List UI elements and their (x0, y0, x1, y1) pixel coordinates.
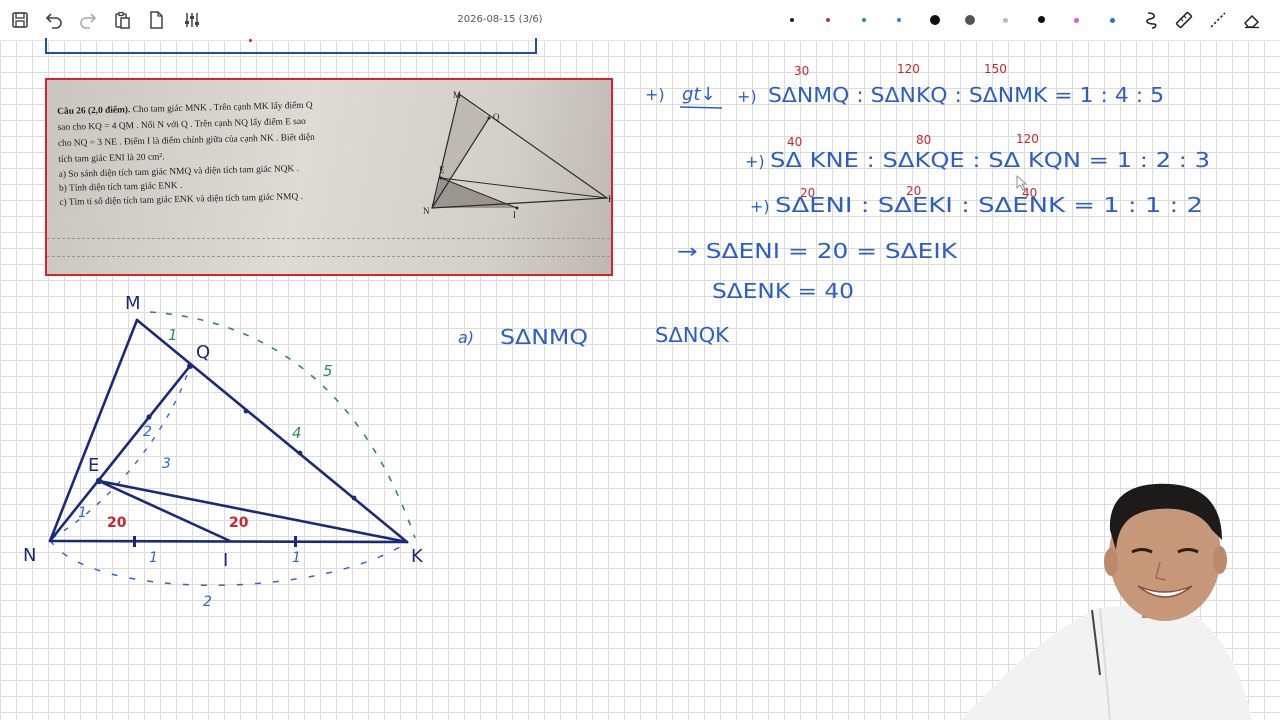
note1-arrow: +) (737, 87, 757, 106)
part-a-right: SΔNQK (655, 323, 730, 347)
webcam-overlay (960, 470, 1280, 720)
note5-text: SΔENK = 40 (712, 279, 854, 303)
mark-nq: 3 (162, 456, 171, 472)
arc-nk (49, 539, 409, 586)
note2-red-1: 40 (787, 135, 802, 149)
note1-red-1: 30 (794, 64, 809, 78)
cursor-icon (1016, 175, 1028, 191)
note3-red-1: 20 (800, 186, 815, 200)
label-n: N (23, 545, 36, 566)
note1-gt: gt↓ (682, 84, 716, 105)
area-eik: 20 (229, 515, 249, 531)
mark-ne: 1 (78, 505, 87, 521)
tick-marks (95, 363, 357, 547)
label-i: I (223, 550, 228, 571)
mark-nk: 2 (203, 594, 212, 610)
note1-red-3: 150 (984, 62, 1007, 76)
mark-ni: 1 (149, 550, 158, 566)
mark-qk: 4 (292, 424, 302, 442)
mark-eq: 2 (143, 424, 152, 440)
note4-text: → SΔENI = 20 = SΔEIK (677, 239, 958, 263)
label-e: E (88, 455, 99, 476)
note2-prefix: +) (745, 152, 765, 171)
note1-text: SΔNMQ : SΔNKQ : SΔNMK = 1 : 4 : 5 (768, 83, 1164, 107)
area-eni: 20 (107, 515, 127, 531)
part-a-label: a) (458, 328, 474, 347)
note2-red-3: 120 (1016, 132, 1039, 146)
mark-mk: 5 (323, 362, 333, 380)
part-a-left: SΔNMQ (500, 325, 588, 349)
mark-ik: 1 (292, 550, 301, 566)
note3-prefix: +) (750, 197, 770, 216)
note3-red-2: 20 (906, 184, 921, 198)
arc-mk (149, 311, 416, 539)
label-q: Q (196, 342, 210, 363)
label-k: K (411, 546, 424, 567)
mark-mq: 1 (168, 326, 178, 344)
note3-text: SΔENI : SΔEKI : SΔENK = 1 : 1 : 2 (775, 193, 1203, 217)
note1-prefix: +) (645, 85, 665, 104)
note2-red-2: 80 (916, 133, 931, 147)
note2-text: SΔ KNE : SΔKQE : SΔ KQN = 1 : 2 : 3 (770, 148, 1210, 172)
note1-red-2: 120 (897, 62, 920, 76)
triangle-mnk (48, 318, 409, 544)
label-m: M (125, 293, 141, 314)
